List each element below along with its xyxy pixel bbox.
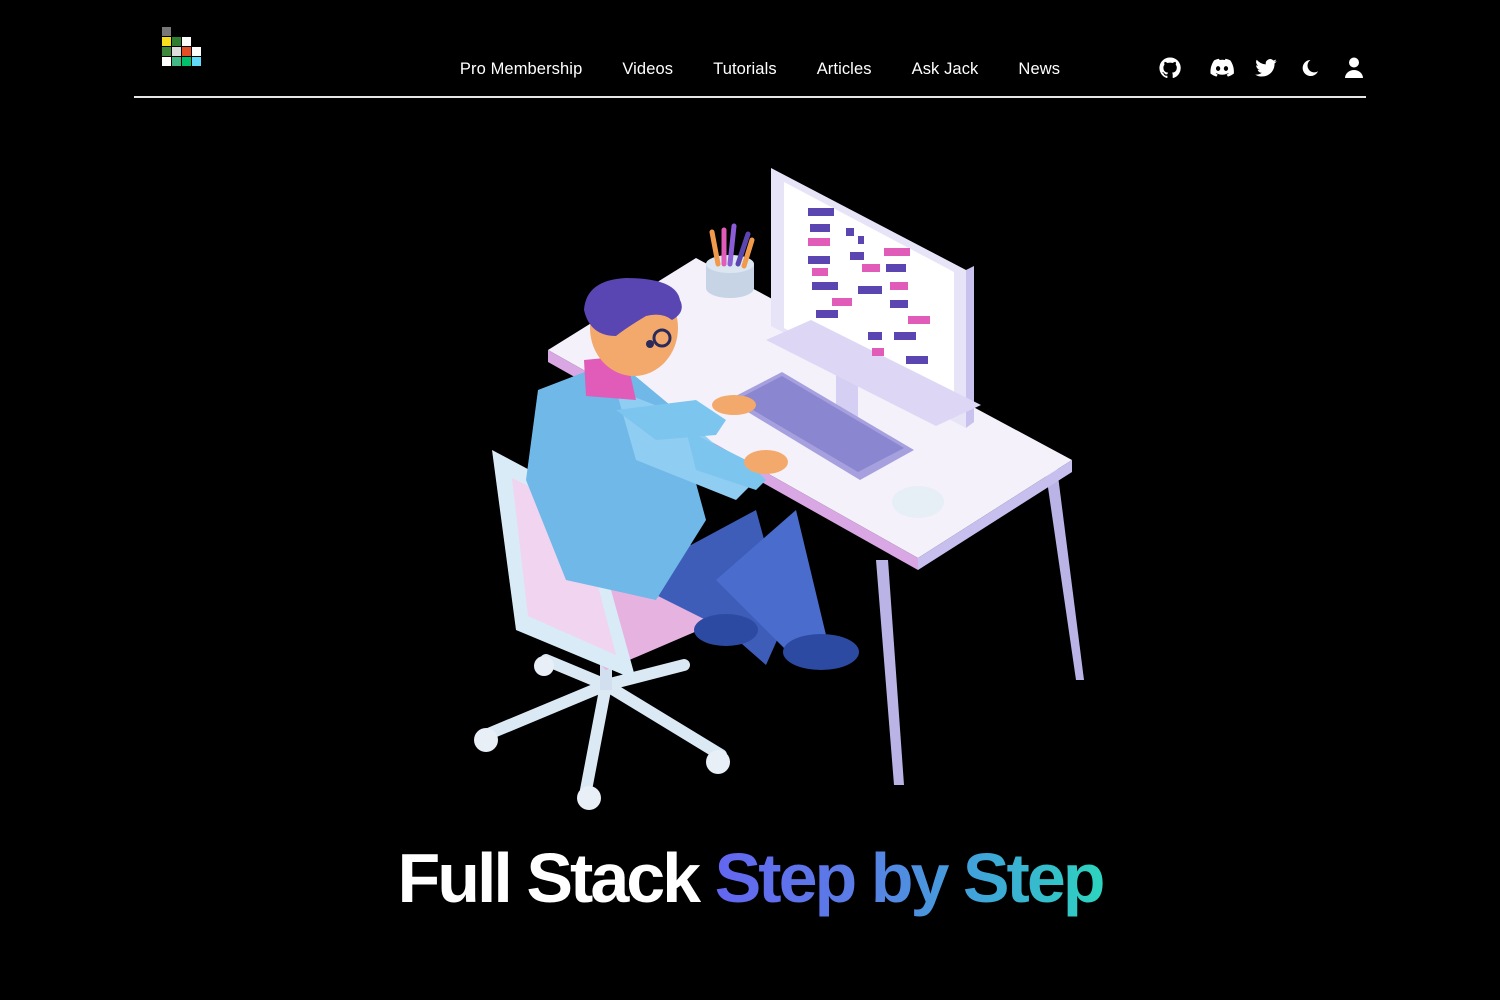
twitter-icon[interactable] <box>1254 56 1278 80</box>
user-icon[interactable] <box>1342 56 1366 80</box>
site-header: Pro Membership Videos Tutorials Articles… <box>134 0 1366 98</box>
logo-icon <box>162 27 201 66</box>
nav-tutorials[interactable]: Tutorials <box>713 60 777 79</box>
nav-ask-jack[interactable]: Ask Jack <box>912 60 979 79</box>
discord-icon[interactable] <box>1210 56 1234 80</box>
main-nav: Pro Membership Videos Tutorials Articles… <box>134 0 1366 96</box>
hero-title: Full Stack Step by Step <box>0 836 1500 920</box>
github-icon[interactable] <box>1158 56 1182 80</box>
header-icons <box>1158 56 1366 80</box>
site-logo[interactable] <box>160 25 206 71</box>
hero-title-part1: Full Stack <box>397 839 701 917</box>
nav-articles[interactable]: Articles <box>817 60 872 79</box>
nav-news[interactable]: News <box>1018 60 1060 79</box>
nav-pro-membership[interactable]: Pro Membership <box>460 60 582 79</box>
nav-videos[interactable]: Videos <box>622 60 673 79</box>
hero-title-part2: Step by Step <box>714 839 1106 917</box>
hero-illustration <box>466 160 1096 820</box>
moon-icon[interactable] <box>1298 56 1322 80</box>
